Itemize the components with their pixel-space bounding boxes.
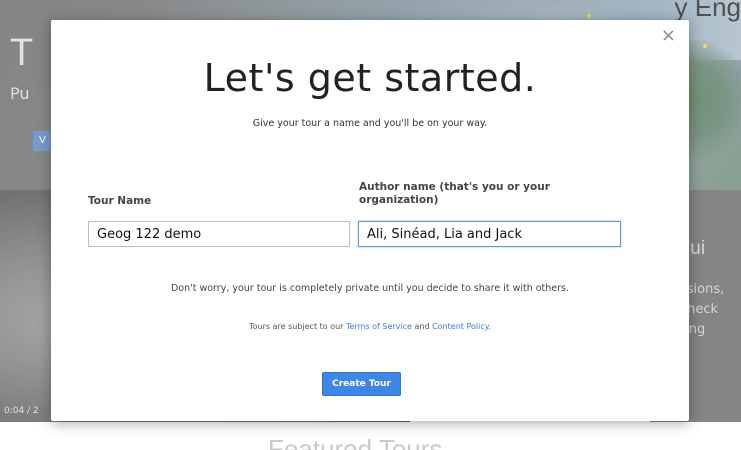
- terms-prefix: Tours are subject to our: [249, 322, 347, 331]
- page: y Eng T Pu V 0:04 / 2 r Bui ssions, chec…: [0, 0, 741, 450]
- terms-suffix: .: [488, 322, 491, 331]
- content-policy-link[interactable]: Content Policy: [432, 322, 488, 331]
- privacy-note: Don't worry, your tour is completely pri…: [170, 283, 570, 294]
- tour-name-label: Tour Name: [88, 195, 152, 207]
- author-name-input[interactable]: [358, 221, 621, 247]
- create-tour-button[interactable]: Create Tour: [322, 372, 401, 396]
- tour-name-input[interactable]: [88, 221, 350, 247]
- terms-notice: Tours are subject to our Terms of Servic…: [51, 322, 689, 331]
- terms-of-service-link[interactable]: Terms of Service: [346, 322, 412, 331]
- close-icon[interactable]: ×: [661, 27, 676, 45]
- dialog-subtitle: Give your tour a name and you'll be on y…: [252, 118, 488, 129]
- terms-joiner: and: [411, 322, 433, 331]
- author-name-label: Author name (that's you or your organiza…: [359, 181, 550, 206]
- create-tour-dialog: × Let's get started. Give your tour a na…: [51, 20, 689, 421]
- dialog-title: Let's get started.: [203, 56, 537, 100]
